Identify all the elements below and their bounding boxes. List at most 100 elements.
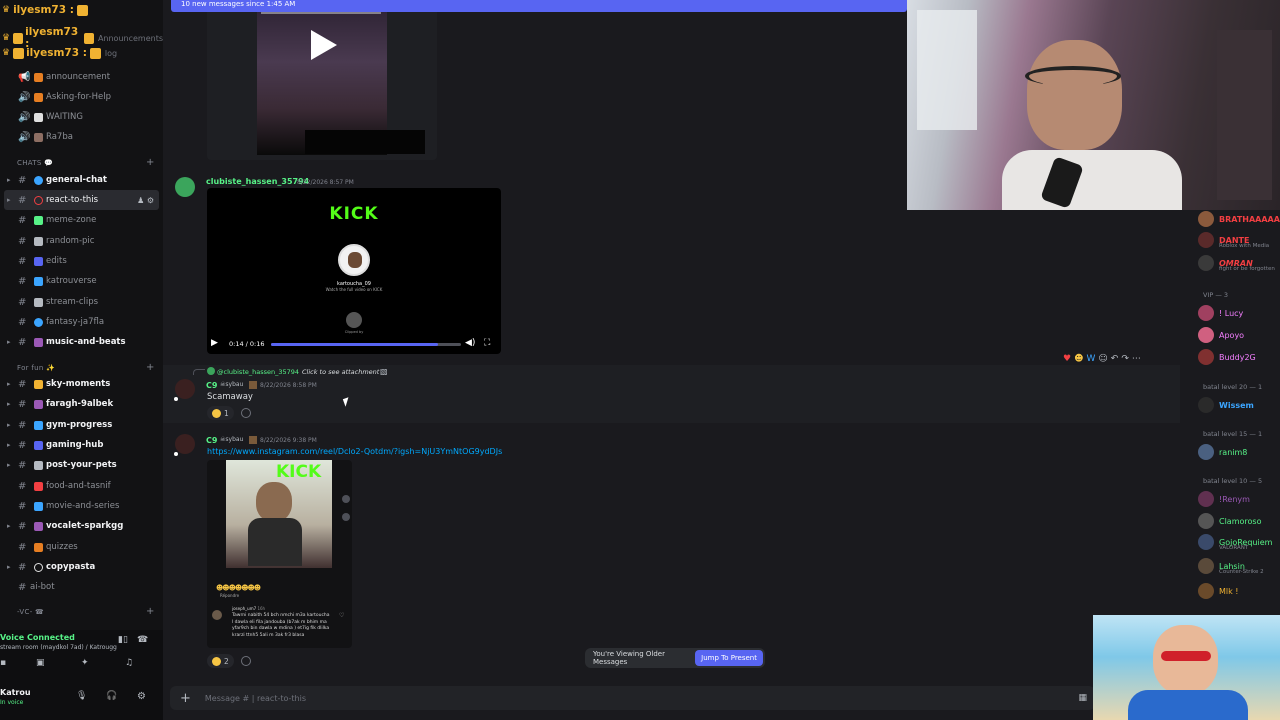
member-row[interactable]: Wissem: [1198, 396, 1254, 414]
fullscreen-icon[interactable]: ⛶: [484, 338, 490, 348]
member-row[interactable]: BRATHAAAAAA: [1198, 210, 1280, 228]
add-reaction-icon[interactable]: [241, 408, 251, 418]
play-icon[interactable]: ▶: [211, 338, 218, 348]
member-row[interactable]: OMRAN fight or be forgotten: [1198, 254, 1275, 272]
video-progress-fill: [271, 343, 439, 346]
member-row[interactable]: GojoRequiem VALORANT: [1198, 533, 1272, 551]
add-reaction-icon[interactable]: ☺: [1098, 354, 1110, 364]
forward-icon[interactable]: ↷: [1121, 354, 1132, 364]
member-row[interactable]: ranim8: [1198, 443, 1247, 461]
avatar: [338, 244, 370, 276]
heart-icon[interactable]: ♥: [1063, 354, 1074, 364]
laugh-emoji-icon: [212, 408, 221, 418]
add-attachment-icon[interactable]: +: [180, 691, 191, 706]
member-row[interactable]: Apoyo: [1198, 326, 1244, 344]
emoji-icon: [34, 521, 43, 531]
channel-edits[interactable]: # edits: [4, 251, 159, 271]
category-vc[interactable]: -VC- ☎: [17, 608, 44, 616]
channel-vocalet-sparkgg[interactable]: ▸ # vocalet-sparkgg: [4, 516, 159, 536]
category-for-fun[interactable]: For fun ✨: [17, 364, 55, 372]
message-author[interactable]: C9: [206, 381, 217, 390]
channel-sky-moments[interactable]: ▸ # sky-moments: [4, 374, 159, 394]
channel-ai-bot[interactable]: # ai-bot: [4, 577, 159, 597]
channel-food-and-tasnif[interactable]: # food-and-tasnif: [4, 476, 159, 496]
user-settings-icon[interactable]: ⚙: [137, 691, 146, 702]
channel-fantasy-ja7fla[interactable]: # fantasy-ja7fla: [4, 312, 159, 332]
microphone-icon[interactable]: 🎙: [76, 691, 87, 701]
voice-user[interactable]: ♛ ilyesm73 : log: [0, 47, 117, 59]
channel-settings-icons[interactable]: ♟ ⚙: [137, 196, 154, 205]
reply-icon[interactable]: ↶: [1111, 354, 1122, 364]
soundboard-icon[interactable]: ♫: [125, 658, 133, 668]
member-row[interactable]: !Renym: [1198, 490, 1250, 508]
jump-to-present-button[interactable]: Jump To Present: [695, 650, 763, 666]
add-channel-icon[interactable]: +: [146, 157, 154, 168]
emoji-icon: [34, 276, 43, 286]
unread-indicator: ▸: [7, 461, 11, 469]
channel-katrouverse[interactable]: # katrouverse: [4, 271, 159, 291]
member-row[interactable]: ! Lucy: [1198, 304, 1243, 322]
channel-gaming-hub[interactable]: ▸ # gaming-hub: [4, 435, 159, 455]
channel-react-to-this[interactable]: ▸ # react-to-this ♟ ⚙: [4, 190, 159, 210]
reply-author[interactable]: @clubiste_hassen_35794: [217, 368, 299, 376]
instagram-embed[interactable]: KICK ☻☻☻☻☻☻☻ Répondre joseph_um7 16h Taw…: [207, 460, 352, 648]
new-messages-banner[interactable]: 10 new messages since 1:45 AM: [171, 0, 907, 12]
channel-faragh-9albek[interactable]: ▸ # faragh-9albek: [4, 394, 159, 414]
member-row[interactable]: Buddy2G: [1198, 348, 1256, 366]
reply-label: Répondre: [220, 593, 240, 598]
message-author[interactable]: clubiste_hassen_35794: [206, 177, 309, 186]
video-player[interactable]: KICK kartoucha_09 Watch the full video o…: [207, 188, 501, 354]
camera-icon[interactable]: ▪: [0, 658, 6, 668]
message-author[interactable]: C9: [206, 436, 217, 445]
avatar[interactable]: [175, 177, 195, 197]
message-action-toolbar[interactable]: ♥☻W☺↶↷⋯: [1063, 354, 1144, 364]
member-row[interactable]: DANTE Roblox with Media: [1198, 231, 1269, 249]
reply-text[interactable]: Click to see attachment: [302, 368, 379, 376]
channel-quizzes[interactable]: # quizzes: [4, 537, 159, 557]
emoji-icon: [34, 132, 43, 142]
channel-ra7ba[interactable]: 🔊 Ra7ba: [4, 127, 159, 147]
channel-stream-clips[interactable]: # stream-clips: [4, 292, 159, 312]
channel-general-chat[interactable]: ▸ # general-chat: [4, 170, 159, 190]
channel-waiting[interactable]: 🔊 WAITING: [4, 107, 159, 127]
channel-movie-and-series[interactable]: # movie-and-series: [4, 496, 159, 516]
video-progress-track[interactable]: [271, 343, 461, 346]
laugh-emojis: ☻☻☻☻☻☻☻: [216, 584, 261, 592]
disconnect-icon[interactable]: ☎: [137, 635, 148, 645]
gift-icon[interactable]: ▦: [1078, 693, 1087, 703]
headphones-icon[interactable]: 🎧: [106, 691, 117, 701]
reaction-laugh[interactable]: 1: [207, 406, 234, 420]
member-row[interactable]: Mlk !: [1198, 582, 1239, 600]
activity-icon[interactable]: ✦: [81, 658, 89, 668]
voice-user[interactable]: ♛ ilyesm73 :: [0, 4, 90, 16]
message-composer[interactable]: + Message # | react-to-this ▦: [170, 686, 1095, 710]
video-thumbnail[interactable]: [207, 0, 437, 160]
signal-icon[interactable]: ▮▯: [118, 635, 128, 645]
play-icon[interactable]: [311, 30, 337, 60]
voice-room[interactable]: stream room (maydkol 7ad) / Katrougg: [0, 644, 117, 651]
channel-post-your-pets[interactable]: ▸ # post-your-pets: [4, 455, 159, 475]
channel-random-pic[interactable]: # random-pic: [4, 231, 159, 251]
member-row[interactable]: Clamoroso: [1198, 512, 1261, 530]
channel-copypasta[interactable]: ▸ # copypasta: [4, 557, 159, 577]
w-emoji-icon[interactable]: W: [1086, 354, 1098, 364]
volume-icon[interactable]: ◀): [465, 338, 475, 348]
more-icon[interactable]: ⋯: [1132, 354, 1144, 364]
laugh-icon[interactable]: ☻: [1074, 354, 1086, 364]
current-user-name[interactable]: Katrou: [0, 688, 31, 697]
message-input[interactable]: Message # | react-to-this: [205, 694, 306, 703]
member-row[interactable]: Lahsin Counter-Strike 2: [1198, 557, 1264, 575]
channel-music-and-beats[interactable]: ▸ # music-and-beats: [4, 332, 159, 352]
channel-meme-zone[interactable]: # meme-zone: [4, 210, 159, 230]
add-channel-icon[interactable]: +: [146, 362, 154, 373]
channel-gym-progress[interactable]: ▸ # gym-progress: [4, 415, 159, 435]
channel-asking-for-help[interactable]: 🔊 Asking-for-Help: [4, 87, 159, 107]
channel-announcement[interactable]: 📢 announcement: [4, 67, 159, 87]
screen-share-icon[interactable]: ▣: [36, 658, 45, 668]
reaction-laugh[interactable]: 2: [207, 654, 234, 668]
instagram-link[interactable]: https://www.instagram.com/reel/Dclo2-Qot…: [207, 447, 502, 456]
category-chats[interactable]: CHATS 💬: [17, 159, 53, 167]
status-dot: [173, 396, 179, 402]
add-channel-icon[interactable]: +: [146, 606, 154, 617]
add-reaction-icon[interactable]: [241, 656, 251, 666]
